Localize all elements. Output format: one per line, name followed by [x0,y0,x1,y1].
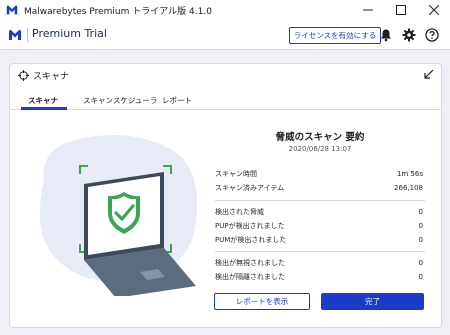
scanner-panel: スキャナ スキャナ スキャンスケジューラ レポート 脅威のスキャン 要約 202… [9,63,442,328]
row-value: 0 [418,259,423,267]
view-report-button[interactable]: レポートを表示 [214,293,310,310]
minimize-icon [362,9,373,11]
done-button[interactable]: 完了 [321,293,424,310]
header-divider [27,28,28,42]
row-value: 0 [418,222,423,230]
window-controls [351,0,450,20]
summary-row-items-scanned: スキャン済みアイテム 266,108 [215,182,423,194]
summary-row-quarantined: 検出が隔離されました 0 [215,271,423,283]
row-label: PUPが検出されました [215,222,285,230]
window-title: Malwarebytes Premium トライアル版 4.1.0 [24,6,212,17]
row-label: スキャン済みアイテム [215,184,285,192]
row-value: 1m 56s [396,170,423,178]
crosshair-icon [18,70,29,81]
malwarebytes-logo-icon [6,5,18,15]
row-label: スキャン時間 [215,170,257,178]
window-titlebar: Malwarebytes Premium トライアル版 4.1.0 [0,0,450,20]
maximize-button[interactable] [384,0,417,20]
row-value: 0 [418,273,423,281]
app-header: Premium Trial ライセンスを有効にする [0,20,450,50]
row-label: PUMが検出されました [215,236,287,244]
summary-row-pup: PUPが検出されました 0 [215,220,423,232]
help-icon[interactable] [425,28,439,42]
row-value: 0 [418,208,423,216]
summary-divider [215,200,425,201]
collapse-arrow-icon[interactable] [423,69,434,80]
active-tab-indicator [21,107,67,110]
summary-row-threats: 検出された脅威 0 [215,206,423,218]
bell-icon[interactable] [379,28,393,42]
summary-divider [215,251,425,252]
row-label: 検出が無視されました [215,259,285,267]
summary-row-scan-time: スキャン時間 1m 56s [215,168,423,180]
tab-reports[interactable]: レポート [162,95,192,106]
summary-row-ignored: 検出が無視されました 0 [215,257,423,269]
summary-row-pum: PUMが検出されました 0 [215,234,423,246]
laptop-shield-illustration [39,134,198,296]
summary-title: 脅威のスキャン 要約 [275,132,365,143]
tab-scanner[interactable]: スキャナ [28,95,58,106]
summary-date: 2020/06/28 13:07 [288,145,352,153]
panel-header: スキャナ [10,64,441,86]
close-icon [428,5,439,15]
close-button[interactable] [417,0,450,20]
minimize-button[interactable] [351,0,384,20]
malwarebytes-brand-icon [9,30,21,40]
gear-icon[interactable] [402,28,416,42]
row-value: 266,108 [394,184,423,192]
row-label: 検出された脅威 [215,208,264,216]
panel-title: スキャナ [33,72,70,82]
product-name: Premium Trial [32,27,107,40]
scanner-tabs: スキャナ スキャンスケジューラ レポート [10,90,441,110]
row-label: 検出が隔離されました [215,273,285,281]
row-value: 0 [418,236,423,244]
activate-license-button[interactable]: ライセンスを有効にする [289,27,381,44]
maximize-icon [395,5,406,15]
tab-scan-scheduler[interactable]: スキャンスケジューラ [83,95,157,106]
